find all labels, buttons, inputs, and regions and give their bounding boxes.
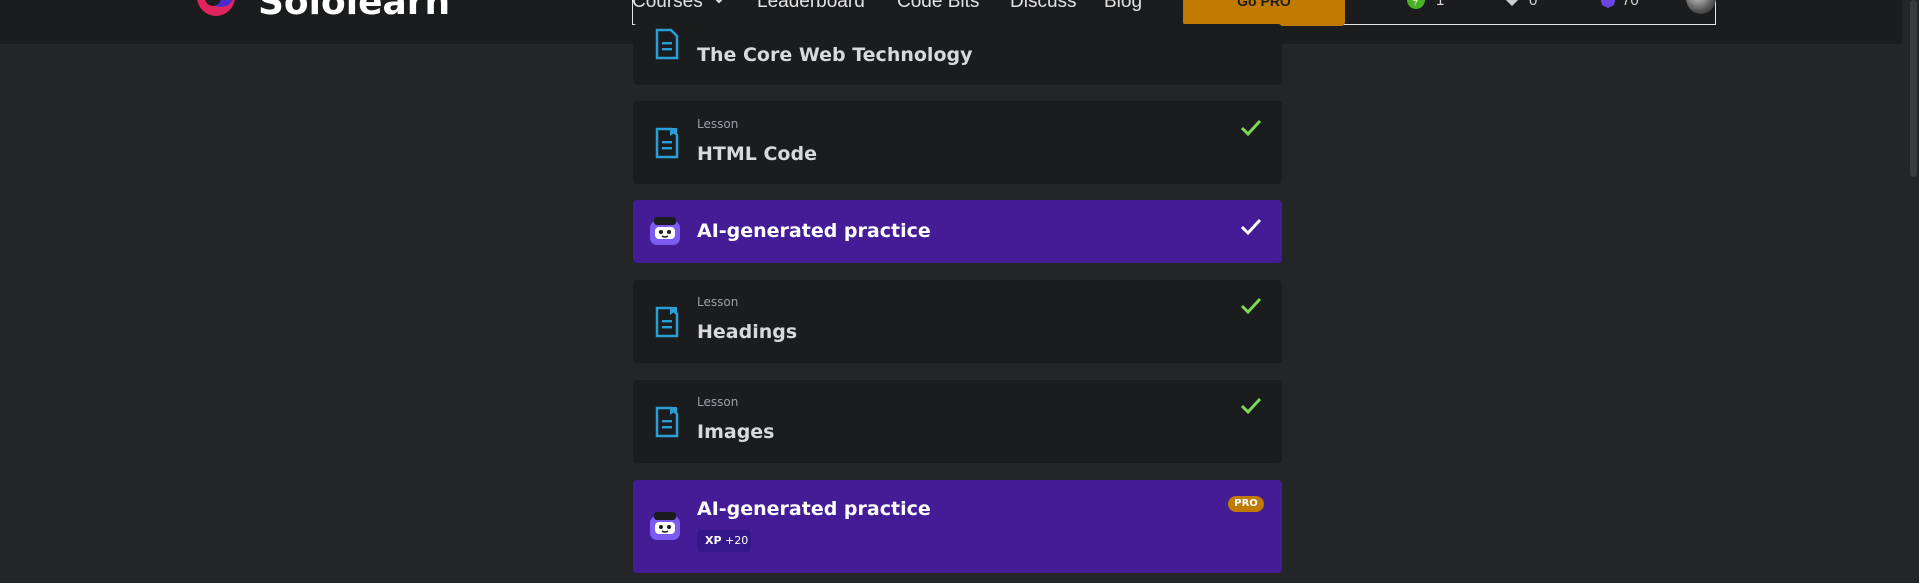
streak-icon[interactable] — [1406, 0, 1426, 10]
check-icon — [1240, 297, 1262, 315]
gems-count: 70 — [1622, 0, 1639, 9]
xp-value: +20 — [725, 534, 749, 547]
practice-card[interactable]: AI-generated practice PRO XP +20 — [633, 480, 1282, 573]
pro-badge: PRO — [1228, 496, 1264, 512]
practice-card[interactable]: AI-generated practice — [633, 200, 1282, 263]
hearts-count: 0 — [1529, 0, 1538, 9]
practice-title: AI-generated practice — [697, 220, 931, 242]
check-icon — [1240, 119, 1262, 137]
robot-icon — [650, 512, 680, 540]
lesson-title: HTML Code — [697, 143, 817, 165]
document-icon — [655, 406, 679, 438]
gem-icon[interactable] — [1598, 0, 1618, 10]
check-icon — [1240, 397, 1262, 415]
nav-courses[interactable]: Courses — [632, 0, 703, 11]
practice-title: AI-generated practice — [697, 498, 931, 520]
nav-code-bits[interactable]: Code Bits — [897, 0, 979, 11]
document-icon — [655, 306, 679, 338]
lesson-card[interactable]: Lesson Headings — [633, 280, 1282, 363]
brand-name[interactable]: Sololearn — [258, 0, 450, 21]
lesson-kind: Lesson — [697, 395, 739, 409]
chevron-down-icon[interactable] — [712, 0, 726, 8]
streak-count: 1 — [1436, 0, 1445, 9]
lesson-card[interactable]: Lesson Images — [633, 380, 1282, 463]
lesson-card[interactable]: The Core Web Technology — [633, 24, 1282, 85]
lesson-kind: Lesson — [697, 117, 739, 131]
document-icon — [655, 28, 679, 60]
document-icon — [655, 127, 679, 159]
lesson-kind: Lesson — [697, 295, 739, 309]
go-pro-button[interactable]: Go PRO — [1183, 0, 1345, 26]
page-scrollbar-thumb[interactable] — [1910, 0, 1917, 177]
heart-icon[interactable] — [1502, 0, 1522, 10]
xp-reward-badge: XP +20 — [697, 530, 751, 552]
sololearn-logo[interactable] — [195, 0, 237, 18]
lesson-title: Images — [697, 421, 775, 443]
robot-icon — [650, 217, 680, 245]
xp-label: XP — [705, 534, 722, 547]
lesson-card[interactable]: Lesson HTML Code — [633, 101, 1282, 184]
lesson-title: The Core Web Technology — [697, 44, 973, 66]
nav-discuss[interactable]: Discuss — [1010, 0, 1077, 11]
nav-leaderboard[interactable]: Leaderboard — [757, 0, 865, 11]
lesson-title: Headings — [697, 321, 798, 343]
nav-blog[interactable]: Blog — [1104, 0, 1142, 11]
check-icon — [1240, 218, 1262, 236]
